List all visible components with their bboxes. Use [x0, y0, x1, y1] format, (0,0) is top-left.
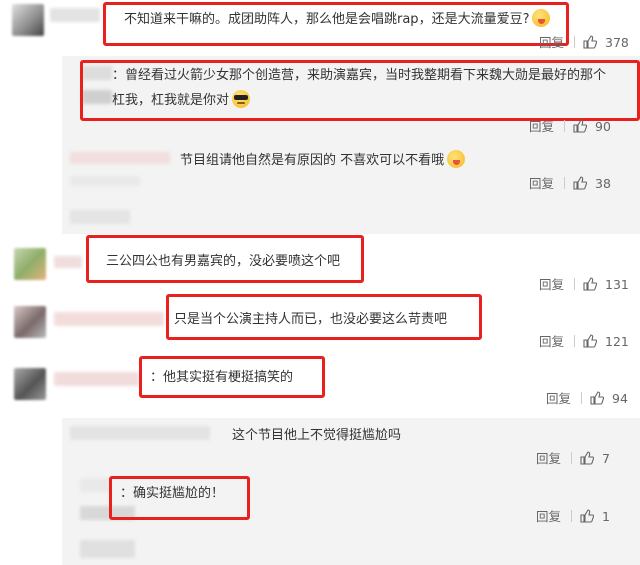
thumbs-up-icon[interactable] — [573, 176, 588, 190]
username-blurred[interactable] — [54, 256, 82, 268]
username-blurred[interactable] — [80, 540, 135, 558]
comment-actions: 回复 121 — [539, 334, 629, 350]
username-blurred[interactable] — [70, 426, 210, 440]
username-blurred[interactable] — [50, 8, 100, 22]
reply-button[interactable]: 回复 — [529, 176, 554, 191]
comment-actions: 回复 131 — [539, 277, 629, 293]
username-blurred[interactable] — [70, 176, 140, 186]
reply-button[interactable]: 回复 — [536, 509, 561, 524]
username-blurred[interactable] — [54, 372, 139, 386]
comment-body: 节目组请他自然是有原因的 不喜欢可以不看哦 — [180, 153, 445, 168]
highlight-box — [139, 356, 325, 398]
like-count: 378 — [605, 35, 629, 50]
thumbs-up-icon[interactable] — [590, 391, 605, 405]
reply-button[interactable]: 回复 — [536, 451, 561, 466]
comment-actions: 回复 90 — [529, 119, 611, 135]
divider — [564, 120, 566, 132]
like-count: 121 — [605, 334, 629, 349]
highlight-box — [103, 2, 569, 46]
divider — [571, 452, 573, 464]
divider — [571, 510, 573, 522]
reply-button[interactable]: 回复 — [546, 391, 571, 406]
like-count: 1 — [602, 509, 610, 524]
thumbs-up-icon[interactable] — [583, 277, 598, 291]
avatar[interactable] — [14, 248, 46, 280]
drooling-emoji-icon — [447, 150, 466, 168]
comment-actions: 回复 38 — [529, 176, 611, 192]
highlight-box — [166, 294, 482, 340]
divider — [564, 177, 566, 189]
thumbs-up-icon[interactable] — [583, 35, 598, 49]
like-count: 7 — [602, 451, 610, 466]
highlight-box — [86, 235, 364, 283]
reply-button[interactable]: 回复 — [539, 334, 564, 349]
highlight-box — [109, 476, 250, 520]
thumbs-up-icon[interactable] — [583, 334, 598, 348]
avatar[interactable] — [12, 4, 44, 36]
divider — [581, 392, 583, 404]
like-count: 90 — [595, 119, 611, 134]
username-blurred[interactable] — [70, 152, 170, 164]
comment-body: 这个节目他上不觉得挺尴尬吗 — [232, 428, 402, 443]
comment-text: 这个节目他上不觉得挺尴尬吗 — [232, 426, 401, 446]
comment-actions: 回复 94 — [546, 391, 628, 407]
thumbs-up-icon[interactable] — [580, 509, 595, 523]
reply-button[interactable]: 回复 — [529, 119, 554, 134]
comment-actions: 回复 7 — [536, 451, 610, 467]
username-blurred[interactable] — [70, 210, 130, 224]
avatar[interactable] — [14, 368, 46, 400]
comment-actions: 回复 378 — [539, 35, 629, 51]
username-blurred[interactable] — [80, 478, 110, 492]
comment-text: 节目组请他自然是有原因的 不喜欢可以不看哦 — [180, 150, 466, 171]
username-blurred[interactable] — [54, 312, 164, 326]
like-count: 94 — [612, 391, 628, 406]
like-count: 131 — [605, 277, 629, 292]
highlight-box — [80, 60, 640, 121]
avatar[interactable] — [14, 306, 46, 338]
reply-button[interactable]: 回复 — [539, 277, 564, 292]
divider — [574, 278, 576, 290]
divider — [574, 36, 576, 48]
thumbs-up-icon[interactable] — [573, 119, 588, 133]
divider — [574, 335, 576, 347]
thumbs-up-icon[interactable] — [580, 451, 595, 465]
reply-button[interactable]: 回复 — [539, 35, 564, 50]
comment-actions: 回复 1 — [536, 509, 610, 525]
like-count: 38 — [595, 176, 611, 191]
